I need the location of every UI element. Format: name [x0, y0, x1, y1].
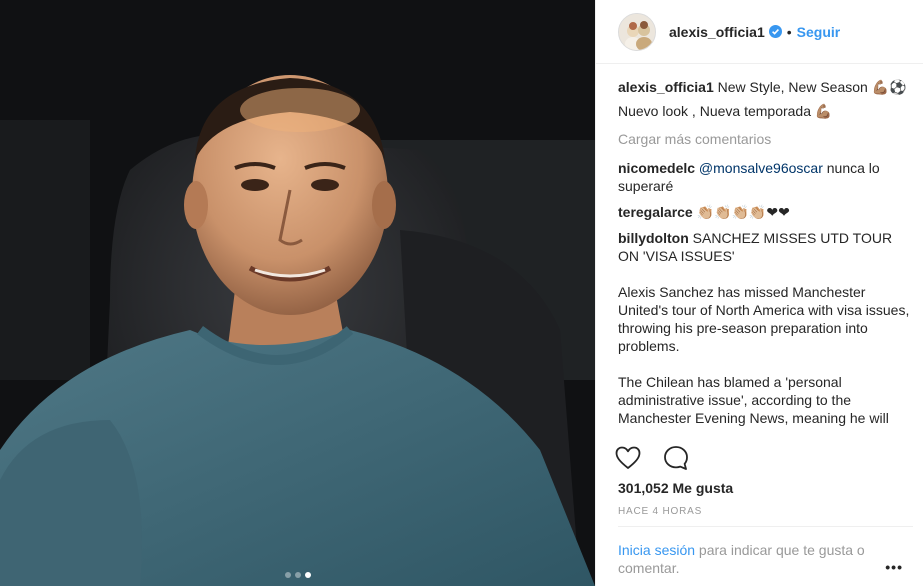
heart-icon	[615, 446, 641, 469]
caption: alexis_officia1 New Style, New Season 💪🏽…	[618, 78, 913, 120]
like-button[interactable]	[608, 440, 648, 476]
list-item: nicomedelc @monsalve96oscar nunca lo sup…	[618, 159, 913, 195]
comment-paragraph: The Chilean has blamed a 'personal admin…	[618, 374, 889, 426]
list-item: billydolton SANCHEZ MISSES UTD TOUR ON '…	[618, 229, 913, 427]
login-link[interactable]: Inicia sesión	[618, 542, 695, 558]
comment-username[interactable]: nicomedelc	[618, 160, 695, 176]
comment-username[interactable]: teregalarce	[618, 204, 693, 220]
header-separator: •	[786, 23, 792, 40]
post-photo[interactable]	[0, 0, 595, 586]
divider	[618, 526, 913, 527]
comment-username[interactable]: billydolton	[618, 230, 689, 246]
caption-line2: Nuevo look , Nueva temporada 💪🏽	[618, 103, 833, 119]
carousel-dot	[294, 572, 301, 578]
carousel-indicator	[0, 572, 595, 578]
header-username[interactable]: alexis_officia1	[669, 24, 765, 40]
caption-username[interactable]: alexis_officia1	[618, 79, 714, 95]
carousel-dot-active	[304, 572, 311, 578]
action-bar	[608, 440, 696, 476]
list-item: teregalarce 👏🏼👏🏼👏🏼👏🏼❤❤	[618, 203, 913, 221]
post-timestamp[interactable]: HACE 4 HORAS	[618, 506, 702, 517]
comment-mention[interactable]: @monsalve96oscar	[699, 160, 823, 176]
comment-button[interactable]	[656, 440, 696, 476]
post-details-panel: alexis_officia1 • Seguir alexis_officia1…	[595, 0, 923, 586]
instagram-post: alexis_officia1 • Seguir alexis_officia1…	[0, 0, 923, 586]
login-prompt: Inicia sesión para indicar que te gusta …	[618, 541, 883, 577]
carousel-dot	[284, 572, 291, 578]
comments-list[interactable]: alexis_officia1 New Style, New Season 💪🏽…	[618, 78, 913, 434]
follow-button[interactable]: Seguir	[797, 24, 841, 40]
avatar[interactable]	[618, 12, 656, 51]
comment-icon	[664, 446, 688, 470]
caption-line1: New Style, New Season 💪🏽⚽	[717, 79, 907, 95]
load-more-comments-link[interactable]: Cargar más comentarios	[618, 130, 913, 148]
comment-paragraph: Alexis Sanchez has missed Manchester Uni…	[618, 284, 910, 354]
likes-count[interactable]: 301,052 Me gusta	[618, 480, 733, 496]
more-options-button[interactable]: •••	[885, 559, 903, 575]
post-header: alexis_officia1 • Seguir	[596, 0, 923, 64]
selfie-image	[0, 0, 595, 586]
verified-badge-icon	[768, 25, 782, 38]
comment-text: 👏🏼👏🏼👏🏼👏🏼❤❤	[696, 204, 790, 220]
